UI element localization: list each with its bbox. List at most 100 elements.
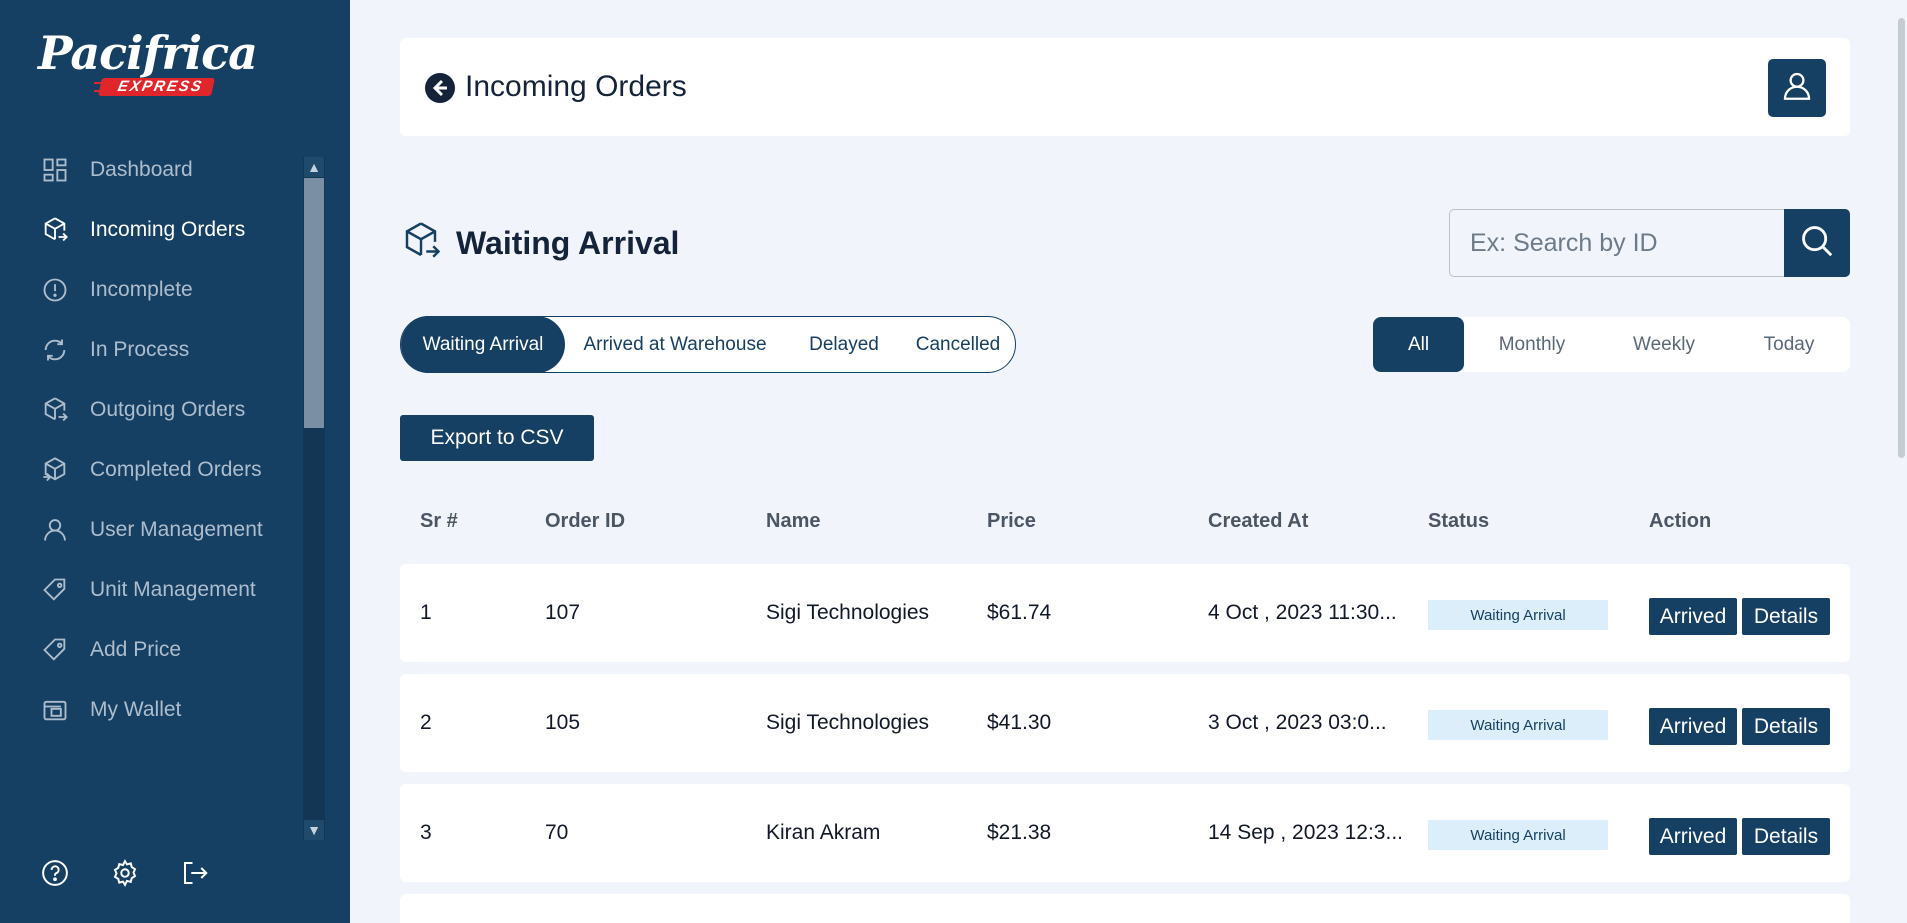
tab-arrived-at-warehouse[interactable]: Arrived at Warehouse (565, 316, 785, 373)
sidebar: Pacifrica EXPRESS Dashboard Incoming Ord… (0, 0, 350, 923)
page-scroll-thumb[interactable] (1898, 18, 1905, 458)
column-header-price: Price (987, 510, 1036, 532)
cell-price: $21.38 (987, 821, 1052, 844)
column-header-name: Name (766, 510, 821, 532)
table-row: 3 70 Kiran Akram $21.38 14 Sep , 2023 12… (400, 784, 1850, 882)
refresh-icon (40, 335, 70, 365)
sidebar-item-label: Unit Management (90, 578, 256, 601)
status-tabs: Waiting Arrival Arrived at Warehouse Del… (400, 316, 1016, 373)
alert-circle-icon (40, 275, 70, 305)
sidebar-item-label: User Management (90, 518, 263, 541)
sidebar-item-label: Completed Orders (90, 458, 262, 481)
sidebar-item-label: Outgoing Orders (90, 398, 246, 421)
cell-order-id: 70 (545, 821, 569, 844)
status-badge: Waiting Arrival (1428, 600, 1608, 630)
cell-created-at: 14 Sep , 2023 12:3... (1208, 821, 1403, 844)
page-title: Incoming Orders (465, 70, 687, 103)
cell-sr: 3 (420, 821, 432, 844)
sidebar-item-label: Add Price (90, 638, 182, 661)
profile-button[interactable] (1768, 59, 1826, 117)
status-badge: Waiting Arrival (1428, 820, 1608, 850)
price-tag-icon (40, 635, 70, 665)
sidebar-item-unit-management[interactable]: Unit Management (0, 560, 300, 620)
column-header-sr: Sr # (420, 510, 458, 532)
cell-order-id: 107 (545, 601, 581, 624)
wallet-icon (40, 695, 70, 725)
cell-created-at: 4 Oct , 2023 11:30... (1208, 601, 1397, 624)
sidebar-item-dashboard[interactable]: Dashboard (0, 140, 300, 200)
sidebar-item-add-price[interactable]: Add Price (0, 620, 300, 680)
details-button[interactable]: Details (1742, 708, 1830, 745)
column-header-order-id: Order ID (545, 510, 626, 532)
sidebar-item-label: In Process (90, 338, 190, 361)
tab-delayed[interactable]: Delayed (785, 316, 903, 373)
column-header-created-at: Created At (1208, 510, 1309, 532)
brand-logo[interactable]: Pacifrica EXPRESS (38, 26, 258, 100)
sidebar-footer (40, 858, 210, 888)
sidebar-item-incomplete[interactable]: Incomplete (0, 260, 300, 320)
export-csv-button[interactable]: Export to CSV (400, 415, 594, 461)
tab-waiting-arrival[interactable]: Waiting Arrival (401, 316, 565, 373)
status-badge: Waiting Arrival (1428, 710, 1608, 740)
section-title: Waiting Arrival (456, 225, 680, 261)
box-incoming-icon (40, 215, 70, 245)
cell-name: Sigi Technologies (766, 711, 930, 734)
sidebar-item-label: Incoming Orders (90, 218, 246, 241)
tab-monthly[interactable]: Monthly (1464, 317, 1600, 372)
help-icon[interactable] (40, 858, 70, 888)
cell-price: $61.74 (987, 601, 1052, 624)
cell-sr: 2 (420, 711, 432, 734)
table-row (400, 894, 1850, 923)
header-bar: Incoming Orders (400, 38, 1850, 136)
search-input[interactable] (1449, 209, 1784, 277)
details-button[interactable]: Details (1742, 818, 1830, 855)
column-header-action: Action (1649, 510, 1712, 532)
table-row: 2 105 Sigi Technologies $41.30 3 Oct , 2… (400, 674, 1850, 772)
cell-order-id: 105 (545, 711, 581, 734)
box-outgoing-icon (400, 220, 442, 267)
tab-today[interactable]: Today (1728, 317, 1850, 372)
details-button[interactable]: Details (1742, 598, 1830, 635)
cell-sr: 1 (420, 601, 432, 624)
box-outgoing-icon (40, 395, 70, 425)
sidebar-item-outgoing-orders[interactable]: Outgoing Orders (0, 380, 300, 440)
sidebar-item-in-process[interactable]: In Process (0, 320, 300, 380)
sidebar-item-incoming-orders[interactable]: Incoming Orders (0, 200, 300, 260)
tab-cancelled[interactable]: Cancelled (903, 316, 1013, 373)
arrived-button[interactable]: Arrived (1649, 818, 1737, 855)
sidebar-item-completed-orders[interactable]: Completed Orders (0, 440, 300, 500)
user-profile-icon (1780, 69, 1814, 108)
section-header: Waiting Arrival (400, 220, 679, 267)
brand-name: Pacifrica (38, 26, 258, 80)
sidebar-scroll-thumb[interactable] (304, 178, 324, 428)
table-header: Sr # Order ID Name Price Created At Stat… (400, 510, 1850, 540)
sidebar-item-label: Incomplete (90, 278, 193, 301)
scroll-down-icon[interactable]: ▼ (304, 820, 324, 840)
sidebar-item-label: My Wallet (90, 698, 182, 721)
sidebar-item-my-wallet[interactable]: My Wallet (0, 680, 300, 740)
search-bar (1449, 209, 1850, 277)
cell-name: Sigi Technologies (766, 601, 930, 624)
sidebar-item-user-management[interactable]: User Management (0, 500, 300, 560)
dashboard-icon (40, 155, 70, 185)
search-button[interactable] (1784, 209, 1850, 277)
period-tabs: All Monthly Weekly Today (1373, 317, 1850, 372)
tag-icon (40, 575, 70, 605)
sidebar-item-label: Dashboard (90, 158, 193, 181)
logout-icon[interactable] (180, 858, 210, 888)
table-row: 1 107 Sigi Technologies $61.74 4 Oct , 2… (400, 564, 1850, 662)
scroll-up-icon[interactable]: ▲ (304, 157, 324, 177)
cell-created-at: 3 Oct , 2023 03:0... (1208, 711, 1387, 734)
arrived-button[interactable]: Arrived (1649, 708, 1737, 745)
cell-price: $41.30 (987, 711, 1052, 734)
settings-icon[interactable] (110, 858, 140, 888)
tab-weekly[interactable]: Weekly (1600, 317, 1728, 372)
box-completed-icon (40, 455, 70, 485)
tab-all[interactable]: All (1373, 317, 1464, 372)
back-arrow-icon[interactable] (424, 72, 456, 104)
arrived-button[interactable]: Arrived (1649, 598, 1737, 635)
column-header-status: Status (1428, 510, 1490, 532)
user-icon (40, 515, 70, 545)
search-icon (1798, 222, 1836, 265)
cell-name: Kiran Akram (766, 821, 881, 844)
